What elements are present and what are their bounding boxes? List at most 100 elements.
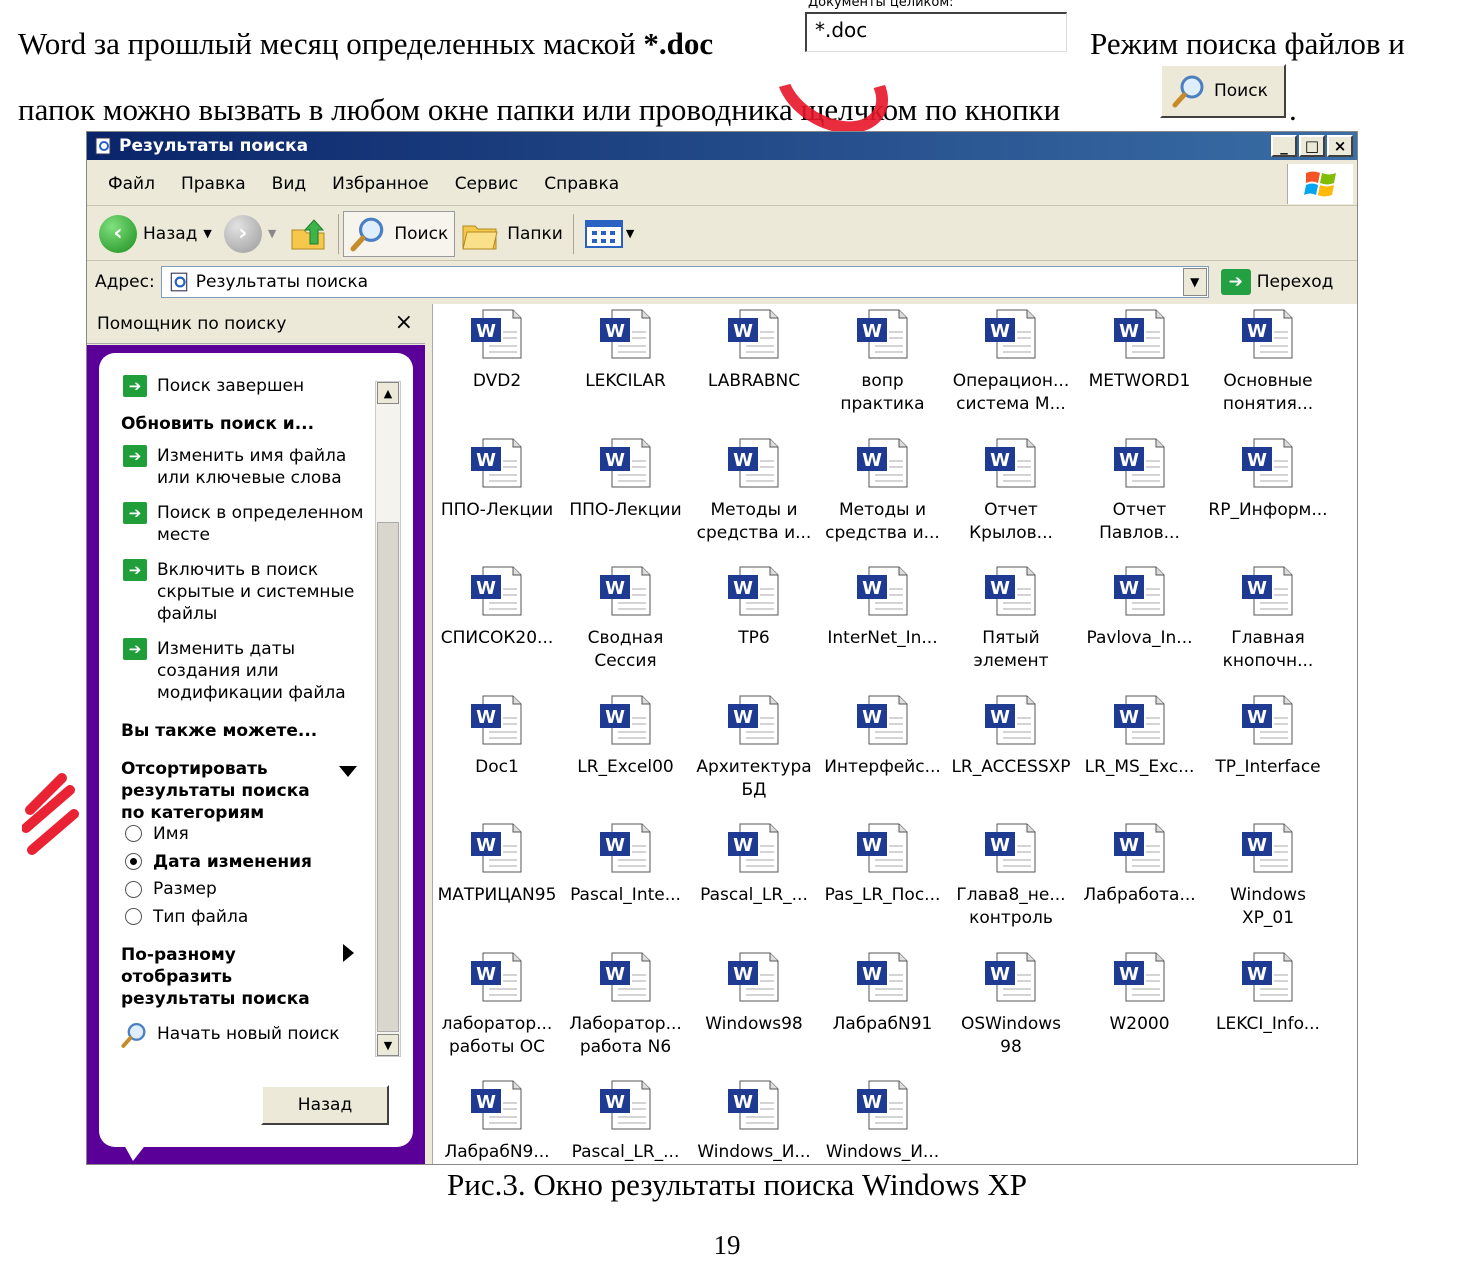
file-item[interactable]: W LR_ACCESSXP [947,690,1075,818]
file-item[interactable]: W Windows_И... [690,1075,818,1164]
file-item[interactable]: W Лаборатор... работа N6 [562,947,690,1075]
refine-change-name-link[interactable]: Изменить имя файла или ключевые слова [157,445,346,489]
file-item[interactable]: W LEKCILAR [562,304,690,432]
file-item[interactable]: W Основные понятия... [1204,304,1332,432]
file-item[interactable]: W TP6 [690,561,818,689]
file-item[interactable]: W OSWindows 98 [947,947,1075,1075]
file-item[interactable]: W METWORD1 [1076,304,1204,432]
address-input[interactable]: Результаты поиска ▼ [160,266,1209,298]
sort-heading[interactable]: Отсортировать результаты поиска по катег… [121,758,310,824]
scroll-thumb[interactable] [377,522,399,1032]
sort-size-radio[interactable] [125,881,142,898]
menu-favorites[interactable]: Избранное [319,174,442,194]
file-item[interactable]: W Архитектура БД [690,690,818,818]
display-heading[interactable]: По-разному отобразить результаты поиска [121,944,310,1010]
file-item[interactable]: W LR_MS_Exc... [1076,690,1204,818]
file-item[interactable]: W Отчет Крылов... [947,433,1075,561]
up-folder-button[interactable] [282,211,334,257]
folders-button[interactable]: Папки [455,211,569,257]
pane-back-button[interactable]: Назад [261,1085,389,1125]
window-title: Результаты поиска [119,136,309,156]
file-item[interactable]: W InterNet_In... [819,561,947,689]
expand-icon[interactable] [343,944,354,962]
word-document-icon: W [985,566,1036,616]
file-item[interactable]: W Методы и средства и... [819,433,947,561]
file-item[interactable]: W TP_Interface [1204,690,1332,818]
menu-edit[interactable]: Правка [168,174,259,194]
close-icon[interactable]: × [395,310,413,335]
scroll-down-icon[interactable]: ▼ [377,1034,399,1056]
file-name: LEKCI_Info... [1216,1013,1320,1034]
file-item[interactable]: W Операцион... система М... [947,304,1075,432]
file-item[interactable]: W Отчет Павлов... [1076,433,1204,561]
file-item[interactable]: W ЛабрабN91 [819,947,947,1075]
file-name: Интерфейс... [824,756,941,777]
sort-name-radio[interactable] [125,825,142,842]
file-item[interactable]: W Главная кнопочн... [1204,561,1332,689]
file-item[interactable]: W Методы и средства и... [690,433,818,561]
file-item[interactable]: W Windows_И... [819,1075,947,1164]
file-name: МАТРИЦАN95 [437,885,557,905]
file-name: Сводная Сессия [587,628,664,671]
word-document-icon: W [471,823,522,873]
menu-tools[interactable]: Сервис [442,174,532,194]
file-item[interactable]: W Doc1 [433,690,561,818]
menu-view[interactable]: Вид [259,174,319,194]
file-item[interactable]: W Pas_LR_Пос... [819,818,947,946]
menu-help[interactable]: Справка [531,174,632,194]
svg-text:W: W [605,707,625,728]
back-dropdown-icon[interactable]: ▼ [203,227,211,240]
sort-type-radio[interactable] [125,908,142,925]
file-item[interactable]: W Windows98 [690,947,818,1075]
file-item[interactable]: W ППО-Лекции [562,433,690,561]
svg-text:W: W [990,578,1010,599]
word-document-icon: W [985,695,1036,744]
svg-text:W: W [1119,321,1139,342]
file-item[interactable]: W Pascal_LR_... [562,1075,690,1164]
address-dropdown-icon[interactable]: ▼ [1182,268,1207,296]
views-button[interactable]: ▼ [578,211,640,257]
search-toolbar-button[interactable]: Поиск [343,210,456,257]
collapse-icon[interactable] [339,766,357,777]
go-button[interactable]: ➔ Переход [1220,269,1333,295]
doc-mask-bold: *.doc [643,26,714,61]
back-button[interactable]: ‹ Назад ▼ [93,211,218,257]
inline-search-button[interactable]: Поиск [1160,64,1286,118]
refine-hidden-files-link[interactable]: Включить в поиск скрытые и системные фай… [157,559,354,625]
file-item[interactable]: W ППО-Лекции [433,433,561,561]
file-item[interactable]: W ЛабрабN9... [433,1075,561,1164]
file-item[interactable]: W LR_Excel00 [562,690,690,818]
forward-dropdown-icon[interactable]: ▼ [268,227,276,240]
file-item[interactable]: W LABRABNC [690,304,818,432]
file-item[interactable]: W RP_Информ... [1204,433,1332,561]
scroll-up-icon[interactable]: ▲ [377,382,399,404]
refine-dates-link[interactable]: Изменить даты создания или модификации ф… [157,638,346,704]
file-item[interactable]: Wвопр практика [819,304,947,432]
sort-date-radio[interactable] [125,853,142,870]
file-item[interactable]: W Windows XP_01 [1204,818,1332,946]
file-item[interactable]: W DVD2 [433,304,561,432]
file-item[interactable]: W W2000 [1076,947,1204,1075]
file-item[interactable]: W Лабработа... [1076,818,1204,946]
file-item[interactable]: W Pascal_Inte... [562,818,690,946]
file-item[interactable]: W Глава8_не... контроль [947,818,1075,946]
pane-scrollbar[interactable]: ▲ ▼ [375,381,401,1057]
menu-file[interactable]: Файл [95,174,168,194]
views-dropdown-icon[interactable]: ▼ [626,227,634,240]
file-item[interactable]: W LEKCI_Info... [1204,947,1332,1075]
file-item[interactable]: W Интерфейс... [819,690,947,818]
file-item[interactable]: W СПИСОК20... [433,561,561,689]
file-item[interactable]: W Pavlova_In... [1076,561,1204,689]
file-item[interactable]: W Pascal_LR_... [690,818,818,946]
forward-button[interactable]: › ▼ [218,211,282,257]
file-item[interactable]: W Сводная Сессия [562,561,690,689]
file-item[interactable]: W Пятый элемент [947,561,1075,689]
minimize-button[interactable]: _ [1271,135,1297,157]
refine-location-link[interactable]: Поиск в определенном месте [157,502,363,546]
new-search-link[interactable]: Начать новый поиск [157,1023,340,1045]
maximize-button[interactable]: □ [1299,135,1325,157]
file-name: Pas_LR_Пос... [824,885,941,905]
file-item[interactable]: W МАТРИЦАN95 [433,818,561,946]
close-button[interactable]: × [1327,135,1353,157]
file-item[interactable]: Wлаборатор... работы ОС [433,947,561,1075]
